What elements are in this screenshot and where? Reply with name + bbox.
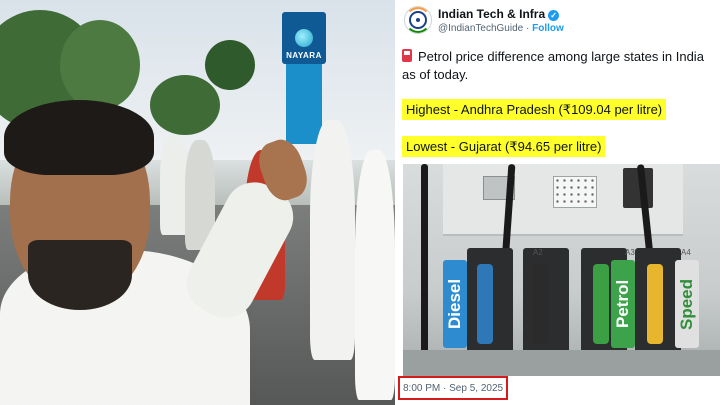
fuel-pump-photo[interactable]: A2 A3 A4 Diesel Petrol Speed [403, 164, 720, 376]
tree [60, 20, 140, 110]
crowd-person [310, 120, 355, 360]
man-hair [4, 100, 154, 175]
petrol-label: Petrol [611, 260, 635, 348]
tweet-card: Indian Tech & Infra ✓ @IndianTechGuide · … [396, 0, 720, 405]
ashoka-chakra-icon [409, 11, 427, 29]
author-name[interactable]: Indian Tech & Infra [438, 7, 545, 21]
tweet-timestamp[interactable]: 8:00 PM · Sep 5, 2025 [403, 383, 503, 394]
keypad [553, 176, 597, 208]
timestamp-highlight-box: 8:00 PM · Sep 5, 2025 [398, 376, 508, 400]
tweet-body: Petrol price difference among large stat… [402, 48, 718, 84]
author-name-row[interactable]: Indian Tech & Infra ✓ [438, 7, 560, 21]
palm-tree [205, 40, 255, 90]
pump-base [403, 350, 720, 376]
speed-label: Speed [675, 260, 699, 348]
diesel-nozzle [477, 264, 493, 344]
highest-price-highlight: Highest - Andhra Pradesh (₹109.04 per li… [402, 99, 667, 120]
rally-selfie-photo: NAYARA [0, 0, 395, 405]
crowd-person [355, 150, 395, 400]
fuel-station-sign: NAYARA [282, 12, 326, 64]
author-handle[interactable]: @IndianTechGuide [438, 23, 523, 34]
petrol-nozzle [593, 264, 609, 344]
separator-dot: · [526, 23, 530, 34]
tree [150, 75, 220, 135]
nozzle [533, 264, 549, 344]
fuel-pump-icon [402, 49, 412, 62]
diesel-label: Diesel [443, 260, 467, 348]
follow-button[interactable]: Follow [532, 23, 564, 34]
tweet-body-text: Petrol price difference among large stat… [402, 49, 704, 82]
profile-avatar[interactable] [404, 6, 432, 34]
hose [421, 164, 428, 376]
verified-badge-icon: ✓ [548, 10, 560, 21]
man-beard [28, 240, 132, 310]
nozzle-tag: A4 [681, 248, 691, 257]
handle-row: @IndianTechGuide · Follow [438, 23, 564, 34]
nozzle-tag: A2 [533, 248, 543, 257]
nozzle-tag: A3 [625, 248, 635, 257]
speed-nozzle [647, 264, 663, 344]
globe-logo-icon [295, 29, 313, 47]
sign-text: NAYARA [286, 51, 322, 60]
lowest-price-highlight: Lowest - Gujarat (₹94.65 per litre) [402, 136, 606, 157]
